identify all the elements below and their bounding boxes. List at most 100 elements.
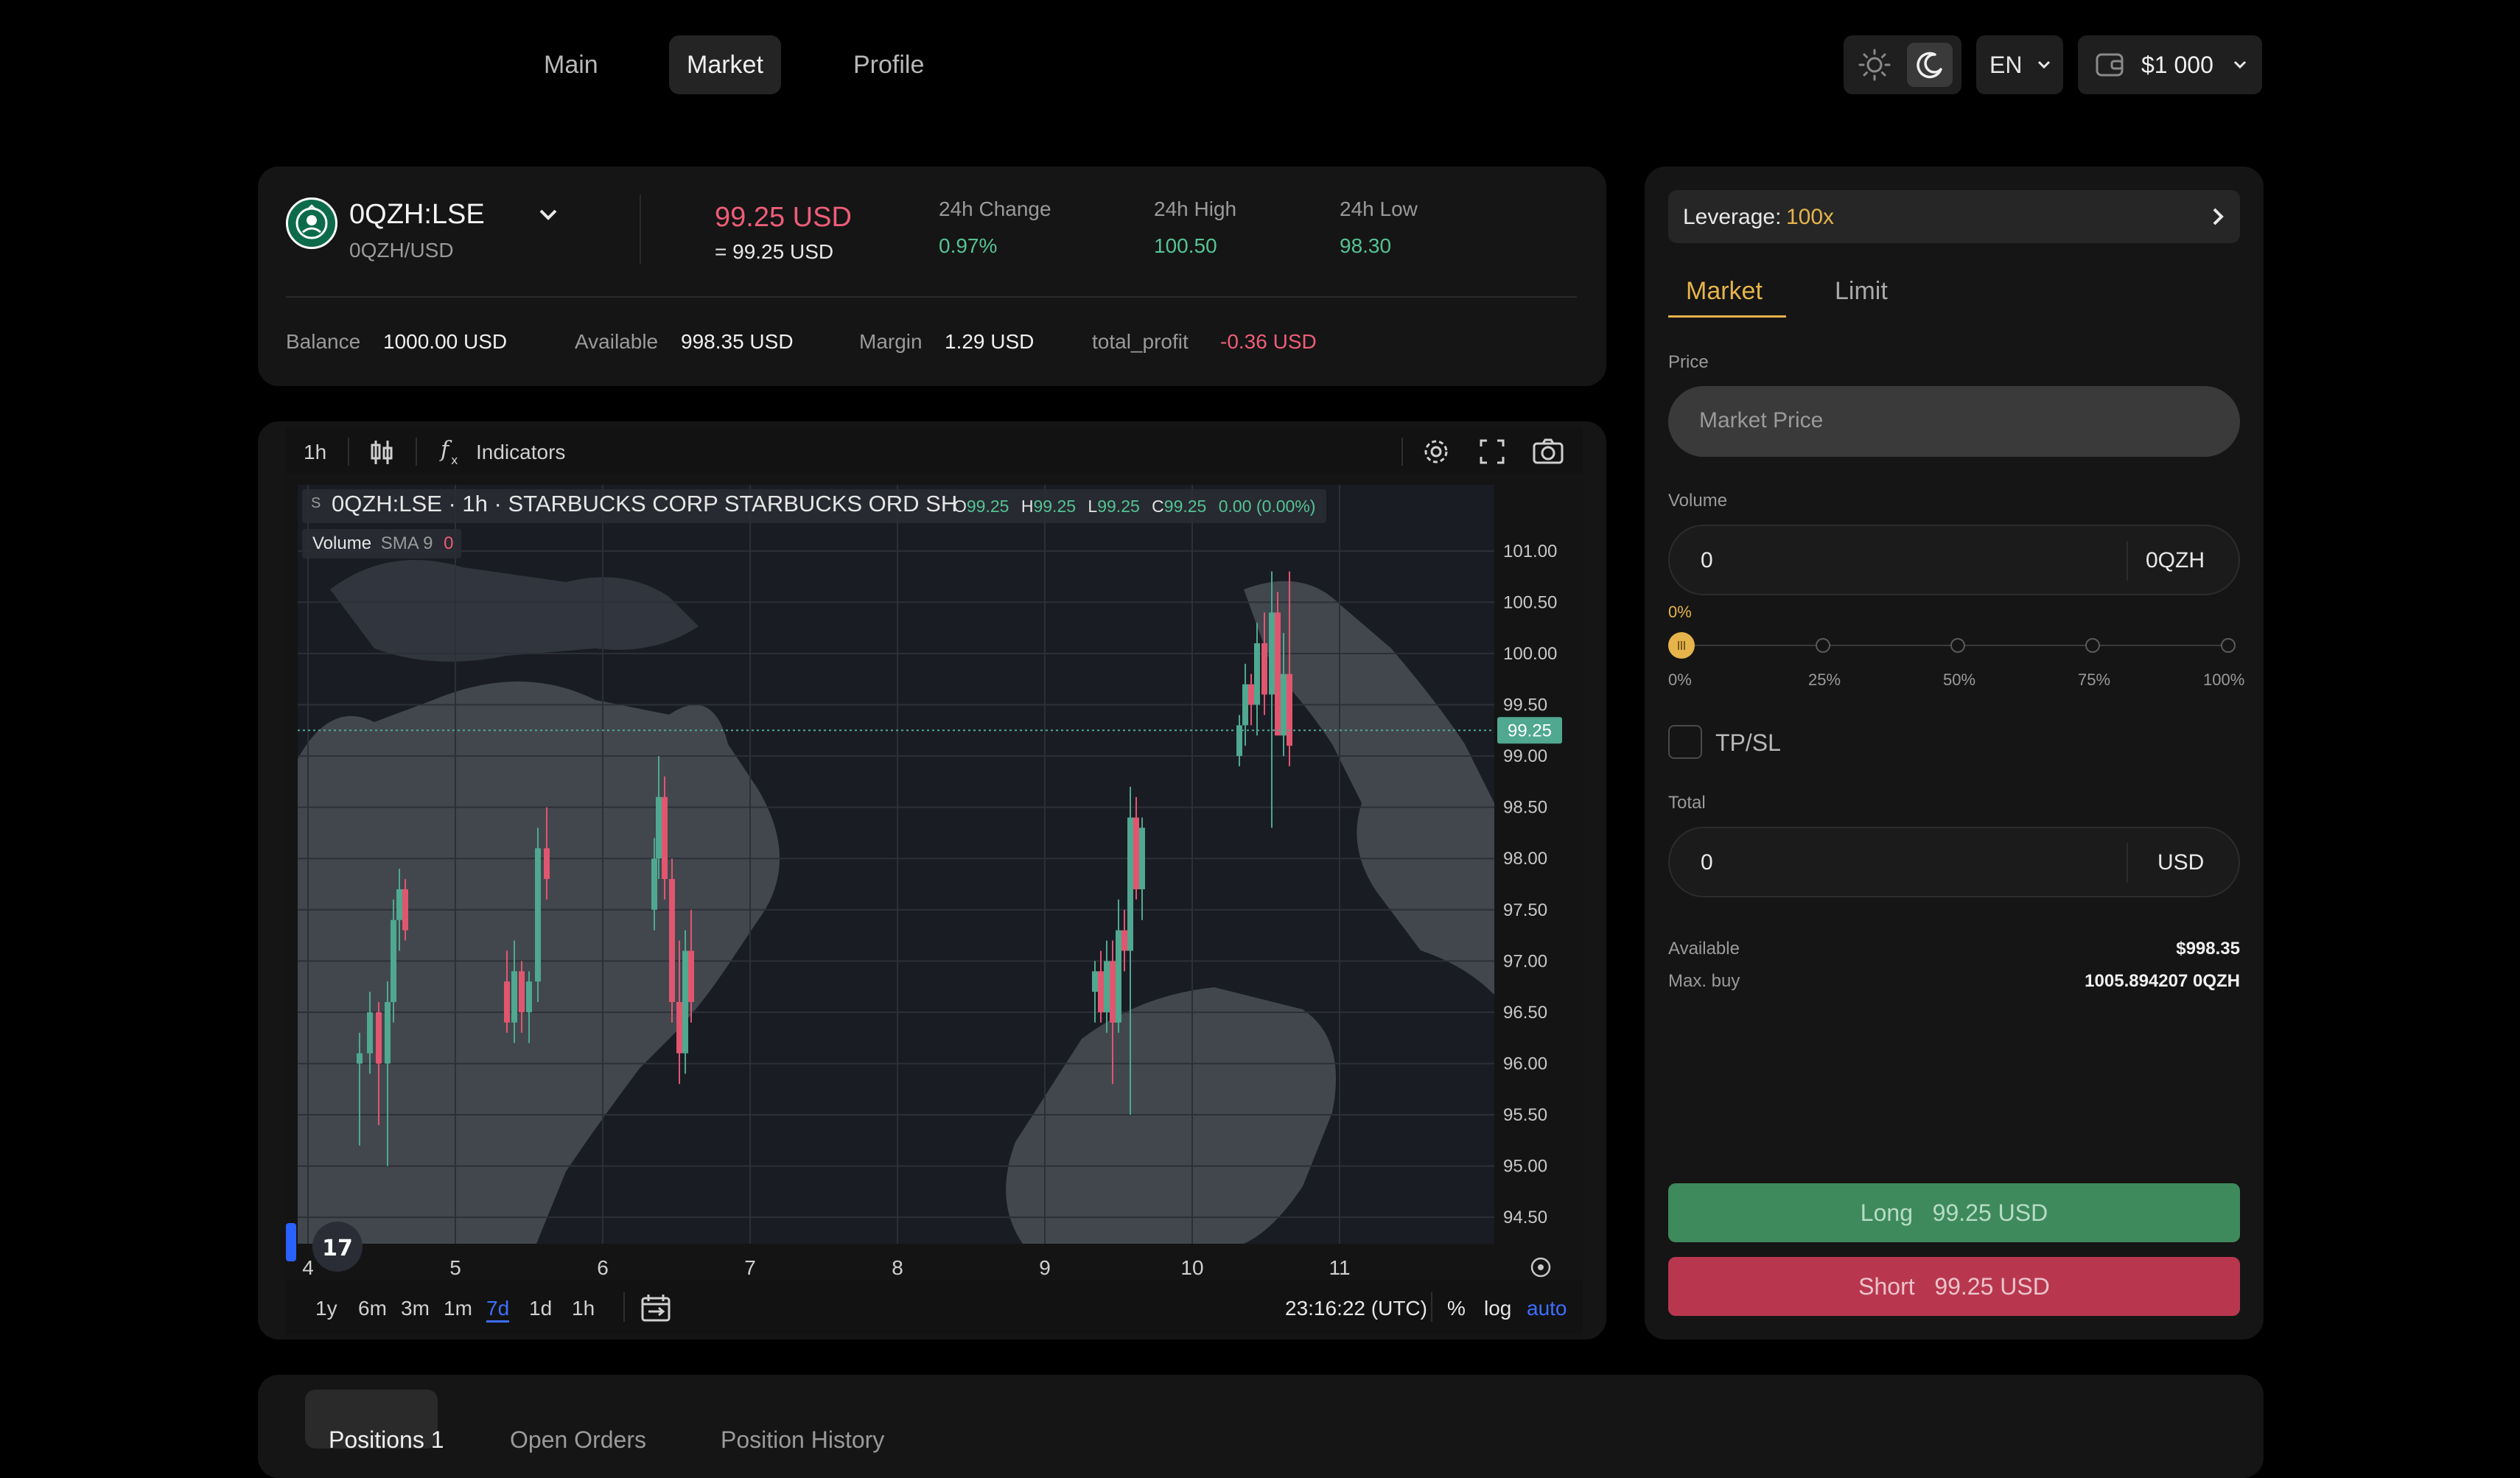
volume-slider[interactable] (1668, 628, 2240, 665)
tab-open-orders[interactable]: Open Orders (510, 1426, 646, 1454)
h-label: H (1021, 497, 1034, 516)
candle-body (396, 889, 402, 920)
candle-body (1098, 971, 1104, 1012)
slider-thumb[interactable] (1668, 632, 1695, 659)
candle-body (385, 1002, 391, 1064)
long-button[interactable]: Long 99.25 USD (1668, 1183, 2240, 1242)
volume-legend: Volume SMA 9 0 (312, 533, 453, 554)
leverage-value: 100x (1786, 205, 1835, 229)
nav-main[interactable]: Main (526, 35, 616, 94)
chevron-down-icon (2231, 53, 2249, 80)
divider (1431, 1292, 1432, 1322)
svg-text:17: 17 (322, 1236, 353, 1261)
range-button-1m[interactable]: 1m (444, 1297, 472, 1320)
chart-footer: 1y 6m 3m 1m 7d 1d 1h 23:16:22 (UTC) % log auto (286, 1281, 1583, 1334)
volume-input[interactable]: 0 0QZH (1668, 525, 2240, 595)
legend-s-badge: S (311, 495, 321, 511)
available-label: Available (1668, 939, 1740, 959)
language-select[interactable]: EN (1976, 35, 2063, 94)
volume-label: Volume (312, 533, 372, 553)
fullscreen-icon[interactable] (1477, 436, 1508, 471)
tpsl-checkbox[interactable] (1668, 725, 1702, 759)
current-price: 99.25 USD (715, 202, 852, 233)
leverage-button[interactable]: Leverage: 100x (1668, 190, 2240, 243)
pair-text: 0QZH/USD (349, 239, 454, 262)
low-label: 24h Low (1340, 197, 1418, 220)
candle-body (1248, 684, 1254, 705)
sma-value: 0 (444, 533, 454, 553)
slider-label: 100% (2203, 670, 2245, 689)
moon-icon[interactable] (1907, 43, 1953, 87)
fx-icon[interactable]: fx (439, 436, 464, 471)
change-label: 24h Change (939, 197, 1051, 220)
available-value: 998.35 USD (681, 330, 794, 353)
candle-body (357, 1053, 363, 1064)
range-button-6m[interactable]: 6m (358, 1297, 387, 1320)
utc-time[interactable]: 23:16:22 (UTC) (1285, 1297, 1427, 1320)
nav-profile[interactable]: Profile (836, 35, 942, 94)
camera-icon[interactable] (1531, 436, 1565, 471)
candle-body (402, 889, 408, 931)
total-input[interactable]: 0 USD (1668, 827, 2240, 897)
x-tick-label: 11 (1329, 1256, 1350, 1279)
short-button[interactable]: Short 99.25 USD (1668, 1257, 2240, 1316)
candle-body (676, 1002, 682, 1054)
tab-positions[interactable]: Positions 1 (329, 1426, 444, 1454)
percent-toggle[interactable]: % (1447, 1297, 1466, 1320)
tab-limit[interactable]: Limit (1835, 277, 1888, 306)
y-tick-label: 99.00 (1503, 746, 1547, 766)
last-price-text: 99.25 (1508, 721, 1552, 740)
high-value: 100.50 (1154, 234, 1217, 257)
candle-body (1127, 817, 1133, 951)
theme-toggle (1844, 35, 1961, 94)
slider-mark[interactable] (1816, 638, 1830, 653)
total-value: 0 (1701, 850, 1713, 875)
range-button-1h[interactable]: 1h (572, 1297, 595, 1320)
candle-body (662, 796, 668, 880)
tab-market[interactable]: Market (1686, 277, 1763, 306)
range-button-3m[interactable]: 3m (401, 1297, 430, 1320)
order-panel: Leverage: 100x Market Limit Price Market… (1645, 167, 2264, 1339)
log-toggle[interactable]: log (1484, 1297, 1511, 1320)
candle-body (544, 848, 550, 880)
symbol-dropdown-icon[interactable] (533, 200, 563, 234)
wallet-button[interactable]: $1 000 (2078, 35, 2262, 94)
candle-body (1139, 827, 1145, 889)
l-label: L (1088, 497, 1098, 516)
scroll-handle[interactable] (286, 1223, 296, 1261)
x-tick-label: 6 (597, 1256, 609, 1279)
auto-toggle[interactable]: auto (1527, 1297, 1567, 1320)
date-range-icon[interactable] (640, 1292, 672, 1327)
slider-mark[interactable] (1950, 638, 1965, 653)
slider-mark[interactable] (2085, 638, 2100, 653)
low-value: 98.30 (1340, 234, 1392, 257)
candle-body (367, 1012, 373, 1054)
chart-card: 1h fx Indicators 101.00 100.50 100.00 99… (258, 421, 1606, 1339)
profit-label: total_profit (1092, 330, 1189, 353)
range-button-7d[interactable]: 7d (486, 1297, 510, 1323)
tab-position-history[interactable]: Position History (721, 1426, 884, 1454)
nav-market[interactable]: Market (669, 35, 781, 94)
candle-body (1281, 673, 1287, 736)
candle-body (526, 981, 532, 1012)
candle-body (669, 879, 675, 1002)
sun-icon[interactable] (1854, 44, 1895, 85)
candle-body (1092, 971, 1098, 992)
interval-button[interactable]: 1h (304, 441, 326, 464)
price-chart[interactable]: 101.00100.50100.0099.5099.0098.5098.0097… (286, 479, 1583, 1339)
candle-type-icon[interactable] (368, 438, 395, 471)
tradingview-logo: 17 (312, 1222, 363, 1272)
price-input[interactable]: Market Price (1668, 386, 2240, 457)
total-unit: USD (2157, 850, 2205, 875)
settings-icon[interactable] (1421, 436, 1452, 471)
slider-mark[interactable] (2221, 638, 2236, 653)
chart-area[interactable]: 101.00 100.50 100.00 99.50 99.00 98.50 98.00 97… (286, 479, 1583, 1339)
candle-body (1133, 817, 1139, 889)
indicators-button[interactable]: Indicators (476, 441, 565, 464)
candle-body (1269, 612, 1275, 695)
range-button-1d[interactable]: 1d (529, 1297, 552, 1320)
range-button-1y[interactable]: 1y (315, 1297, 337, 1320)
c-label: C (1152, 497, 1164, 516)
price-equiv: = 99.25 USD (715, 240, 834, 263)
divider (2127, 541, 2128, 581)
